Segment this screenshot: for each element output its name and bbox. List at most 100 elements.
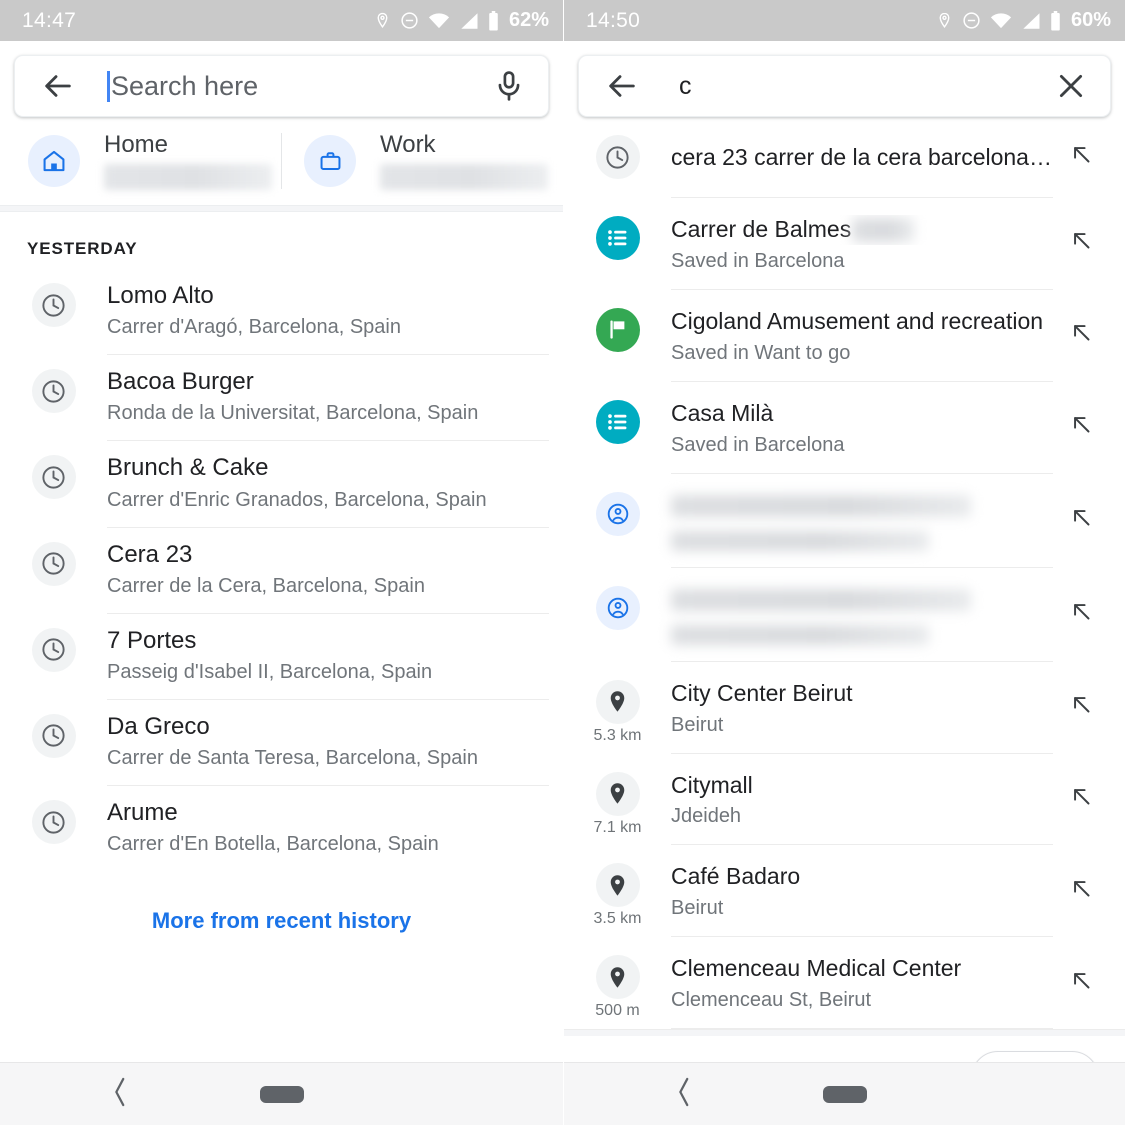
suggestion-item-trailing[interactable] bbox=[1053, 290, 1111, 382]
suggestion-item[interactable]: cera 23 carrer de la cera barcelona sp… bbox=[564, 117, 1125, 198]
arrow-up-left-icon[interactable] bbox=[1069, 784, 1095, 815]
suggestion-item-icon-col bbox=[564, 474, 671, 536]
suggestion-item[interactable]: 5.3 km City Center Beirut Beirut bbox=[564, 662, 1125, 754]
arrow-up-left-icon[interactable] bbox=[1069, 412, 1095, 443]
history-item-icon-col bbox=[0, 441, 107, 500]
row-divider bbox=[107, 871, 549, 872]
suggestion-item-title: Citymall bbox=[671, 771, 753, 798]
left-search-wrapper: Search here bbox=[0, 41, 563, 117]
suggestion-item-distance: 3.5 km bbox=[593, 910, 642, 928]
suggestion-item-trailing[interactable] bbox=[1053, 937, 1111, 1029]
blurred-title bbox=[671, 494, 971, 517]
suggestion-item[interactable]: 7.1 km Citymall Jdeideh bbox=[564, 754, 1125, 846]
clock-icon bbox=[31, 455, 76, 500]
history-item-body: 7 Portes Passeig d'Isabel II, Barcelona, … bbox=[107, 614, 549, 700]
suggestion-item-trailing[interactable] bbox=[1053, 198, 1111, 290]
suggestion-item-icon-col bbox=[564, 198, 671, 260]
section-header-yesterday: YESTERDAY bbox=[27, 239, 138, 258]
suggestion-item-trailing[interactable] bbox=[1053, 568, 1111, 662]
suggestion-item[interactable]: Carrer de Balmes Saved in Barcelona bbox=[564, 198, 1125, 290]
arrow-up-left-icon[interactable] bbox=[1069, 599, 1095, 630]
arrow-up-left-icon[interactable] bbox=[1069, 320, 1095, 351]
arrow-up-left-icon[interactable] bbox=[1069, 228, 1095, 259]
back-arrow-icon[interactable] bbox=[41, 69, 75, 103]
flag-icon bbox=[595, 307, 640, 352]
arrow-up-left-icon[interactable] bbox=[1069, 142, 1095, 173]
search-input[interactable]: Search here bbox=[107, 56, 492, 116]
arrow-up-left-icon[interactable] bbox=[1069, 505, 1095, 536]
status-time: 14:47 bbox=[22, 8, 77, 32]
history-list: Lomo Alto Carrer d'Aragó, Barcelona, Spai… bbox=[0, 269, 563, 872]
more-from-recent-history-link[interactable]: More from recent history bbox=[0, 872, 563, 934]
history-item[interactable]: Brunch & Cake Carrer d'Enric Granados, Ba… bbox=[0, 441, 563, 528]
suggestion-item-title-wrap: Carrer de Balmes bbox=[671, 215, 1053, 245]
home-work-shortcuts: Home Work bbox=[0, 117, 563, 205]
search-bar[interactable]: Search here bbox=[14, 55, 549, 117]
suggestion-item-body: Cigoland Amusement and recreation Saved i… bbox=[671, 290, 1053, 382]
blurred-title-tail bbox=[852, 218, 915, 242]
history-item-body: Lomo Alto Carrer d'Aragó, Barcelona, Spai… bbox=[107, 269, 549, 356]
history-item-subtitle: Ronda de la Universitat, Barcelona, Spai… bbox=[107, 402, 479, 425]
blurred-subtitle bbox=[671, 624, 929, 645]
nav-home-pill-icon[interactable] bbox=[259, 1085, 304, 1103]
shortcut-home[interactable]: Home bbox=[6, 131, 281, 190]
suggestion-item[interactable] bbox=[564, 568, 1125, 662]
clear-x-icon[interactable] bbox=[1054, 69, 1088, 103]
history-item[interactable]: Cera 23 Carrer de la Cera, Barcelona, Spa… bbox=[0, 528, 563, 614]
left-screen: 14:47 62% Search here Home Work YESTERDA… bbox=[0, 0, 563, 1125]
back-arrow-icon[interactable] bbox=[605, 69, 639, 103]
suggestion-item[interactable]: Casa Milà Saved in Barcelona bbox=[564, 382, 1125, 474]
nav-back-chevron-icon[interactable] bbox=[674, 1075, 694, 1114]
map-pin-icon bbox=[595, 955, 640, 1000]
nav-home-pill-icon[interactable] bbox=[822, 1085, 867, 1103]
nav-back-chevron-icon[interactable] bbox=[110, 1075, 130, 1114]
arrow-up-left-icon[interactable] bbox=[1069, 968, 1095, 999]
suggestion-item[interactable]: Cigoland Amusement and recreation Saved i… bbox=[564, 290, 1125, 382]
suggestion-item-trailing[interactable] bbox=[1053, 117, 1111, 198]
do-not-disturb-icon bbox=[400, 11, 419, 30]
suggestion-item-trailing[interactable] bbox=[1053, 662, 1111, 754]
suggestion-item-body: Clemenceau Medical Center Clemenceau St, … bbox=[671, 937, 1053, 1030]
shortcut-home-label: Home bbox=[104, 131, 169, 159]
shortcut-work[interactable]: Work bbox=[282, 131, 557, 190]
history-item-subtitle: Carrer d'Aragó, Barcelona, Spain bbox=[107, 316, 401, 339]
left-nav-bar bbox=[0, 1062, 563, 1125]
text-caret bbox=[107, 70, 110, 102]
suggestion-item[interactable]: 3.5 km Café Badaro Beirut bbox=[564, 845, 1125, 938]
suggestion-item-icon-col: 3.5 km bbox=[564, 845, 671, 928]
map-pin-icon bbox=[595, 679, 640, 724]
more-link-label: More from recent history bbox=[151, 908, 412, 934]
history-item-subtitle: Carrer de la Cera, Barcelona, Spain bbox=[107, 574, 425, 597]
suggestions-list: cera 23 carrer de la cera barcelona sp… C… bbox=[564, 117, 1125, 1030]
suggestion-item-trailing[interactable] bbox=[1053, 474, 1111, 568]
history-item[interactable]: Arume Carrer d'En Botella, Barcelona, Spa… bbox=[0, 786, 563, 872]
suggestion-item-trailing[interactable] bbox=[1053, 754, 1111, 846]
arrow-up-left-icon[interactable] bbox=[1069, 692, 1095, 723]
suggestion-item-trailing[interactable] bbox=[1053, 382, 1111, 474]
history-item-icon-col bbox=[0, 700, 107, 758]
saved-list-icon bbox=[595, 216, 640, 260]
suggestion-item-title-wrap: Citymall bbox=[671, 771, 1053, 801]
search-input[interactable]: c bbox=[679, 56, 1054, 116]
signal-icon bbox=[459, 12, 479, 30]
history-item[interactable]: 7 Portes Passeig d'Isabel II, Barcelona, … bbox=[0, 614, 563, 700]
suggestion-item-title: Café Badaro bbox=[671, 863, 801, 890]
suggestion-item-trailing[interactable] bbox=[1053, 845, 1111, 937]
shortcut-home-text: Home bbox=[104, 131, 281, 190]
location-pin-icon bbox=[374, 10, 391, 31]
arrow-up-left-icon[interactable] bbox=[1069, 876, 1095, 907]
suggestion-item[interactable] bbox=[564, 474, 1125, 568]
suggestion-item-icon-col bbox=[564, 117, 671, 179]
history-item[interactable]: Bacoa Burger Ronda de la Universitat, Bar… bbox=[0, 355, 563, 442]
battery-percent: 60% bbox=[1070, 9, 1111, 31]
suggestion-item[interactable]: 500 m Clemenceau Medical Center Clemenceau… bbox=[564, 937, 1125, 1030]
suggestion-item-subtitle: Beirut bbox=[671, 713, 724, 736]
search-placeholder: Search here bbox=[111, 70, 259, 101]
history-item[interactable]: Da Greco Carrer de Santa Teresa, Barcelon… bbox=[0, 700, 563, 787]
microphone-icon[interactable] bbox=[492, 69, 526, 103]
history-item[interactable]: Lomo Alto Carrer d'Aragó, Barcelona, Spai… bbox=[0, 269, 563, 356]
suggestion-item-subtitle: Jdeideh bbox=[671, 805, 742, 828]
search-bar[interactable]: c bbox=[578, 55, 1111, 117]
suggestion-item-icon-col: 5.3 km bbox=[564, 662, 671, 745]
suggestion-item-subtitle: Clemenceau St, Beirut bbox=[671, 989, 872, 1012]
